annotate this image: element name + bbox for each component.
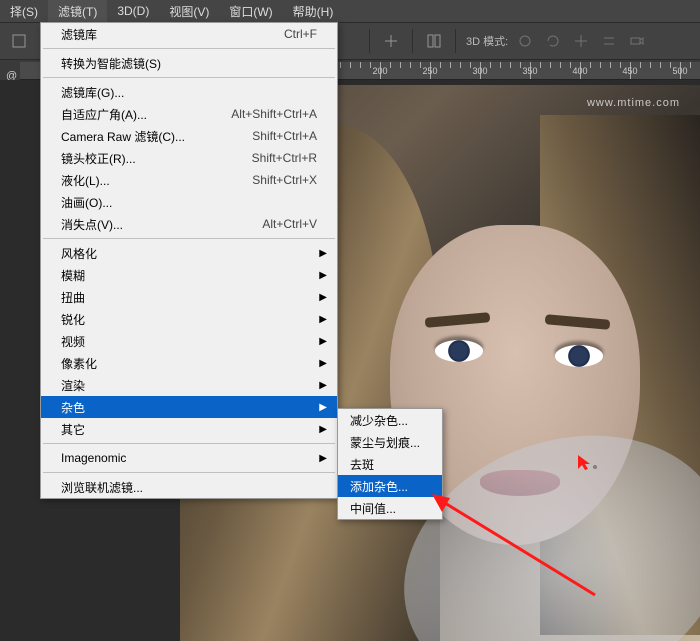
menu-item-label: 消失点(V)... xyxy=(61,216,262,233)
menu-item[interactable]: 自适应广角(A)...Alt+Shift+Ctrl+A xyxy=(41,103,337,125)
menu-item[interactable]: 液化(L)...Shift+Ctrl+X xyxy=(41,169,337,191)
menu-item[interactable]: 油画(O)... xyxy=(41,191,337,213)
menu-item[interactable]: Camera Raw 滤镜(C)...Shift+Ctrl+A xyxy=(41,125,337,147)
submenu-item[interactable]: 添加杂色... xyxy=(338,475,442,497)
submenu-arrow-icon: ▶ xyxy=(319,248,327,259)
menu-item-shortcut: Shift+Ctrl+A xyxy=(252,129,317,143)
mode3d-label: 3D 模式: xyxy=(466,33,508,49)
menu-item-label: 模糊 xyxy=(61,267,317,284)
menu-item[interactable]: 消失点(V)...Alt+Ctrl+V xyxy=(41,213,337,235)
menu-select[interactable]: 择(S) xyxy=(0,0,48,23)
submenu-arrow-icon: ▶ xyxy=(319,314,327,325)
menu-item-shortcut: Shift+Ctrl+R xyxy=(252,151,317,165)
pan-icon[interactable] xyxy=(570,30,592,52)
menu-item-label: 风格化 xyxy=(61,245,317,262)
menu-item[interactable]: 其它▶ xyxy=(41,418,337,440)
menu-item[interactable]: Imagenomic▶ xyxy=(41,447,337,469)
submenu-arrow-icon: ▶ xyxy=(319,424,327,435)
menu-item[interactable]: 风格化▶ xyxy=(41,242,337,264)
submenu-item-label: 中间值... xyxy=(350,500,430,517)
menu-item-shortcut: Alt+Ctrl+V xyxy=(262,217,317,231)
menu-separator xyxy=(43,48,335,49)
filter-menu: 滤镜库Ctrl+F转换为智能滤镜(S)滤镜库(G)...自适应广角(A)...A… xyxy=(40,22,338,499)
menu-item[interactable]: 镜头校正(R)...Shift+Ctrl+R xyxy=(41,147,337,169)
menu-item-label: 滤镜库 xyxy=(61,26,284,43)
menu-item[interactable]: 模糊▶ xyxy=(41,264,337,286)
orbit-icon[interactable] xyxy=(514,30,536,52)
menu-item[interactable]: 杂色▶ xyxy=(41,396,337,418)
submenu-arrow-icon: ▶ xyxy=(319,402,327,413)
menu-separator xyxy=(43,472,335,473)
submenu-item-label: 减少杂色... xyxy=(350,412,430,429)
menu-item[interactable]: 渲染▶ xyxy=(41,374,337,396)
menu-item[interactable]: 滤镜库Ctrl+F xyxy=(41,23,337,45)
menu-item-label: Imagenomic xyxy=(61,451,317,465)
toolbar-btn-2[interactable] xyxy=(380,30,402,52)
submenu-arrow-icon: ▶ xyxy=(319,453,327,464)
toolbar-btn-3[interactable] xyxy=(423,30,445,52)
menu-item-shortcut: Ctrl+F xyxy=(284,27,317,41)
submenu-item[interactable]: 中间值... xyxy=(338,497,442,519)
menu-item-label: 其它 xyxy=(61,421,317,438)
menu-item-label: 扭曲 xyxy=(61,289,317,306)
menu-item[interactable]: 转换为智能滤镜(S) xyxy=(41,52,337,74)
submenu-arrow-icon: ▶ xyxy=(319,358,327,369)
submenu-arrow-icon: ▶ xyxy=(319,270,327,281)
menubar: 择(S) 滤镜(T) 3D(D) 视图(V) 窗口(W) 帮助(H) xyxy=(0,0,700,22)
tool-icon[interactable] xyxy=(8,30,30,52)
menu-separator xyxy=(43,77,335,78)
rotate-icon[interactable] xyxy=(542,30,564,52)
menu-filter[interactable]: 滤镜(T) xyxy=(48,0,107,23)
noise-submenu: 减少杂色... 蒙尘与划痕... 去斑添加杂色... 中间值... xyxy=(337,408,443,520)
menu-item[interactable]: 滤镜库(G)... xyxy=(41,81,337,103)
menu-item-label: 液化(L)... xyxy=(61,172,252,189)
submenu-item[interactable]: 去斑 xyxy=(338,453,442,475)
menu-item-label: 滤镜库(G)... xyxy=(61,84,317,101)
menu-item-label: 自适应广角(A)... xyxy=(61,106,231,123)
submenu-item[interactable]: 减少杂色... xyxy=(338,409,442,431)
menu-item-label: 锐化 xyxy=(61,311,317,328)
submenu-arrow-icon: ▶ xyxy=(319,380,327,391)
menu-view[interactable]: 视图(V) xyxy=(159,0,219,23)
menu-3d[interactable]: 3D(D) xyxy=(107,1,159,21)
menu-item-label: 渲染 xyxy=(61,377,317,394)
menu-item-label: 转换为智能滤镜(S) xyxy=(61,55,317,72)
menu-help[interactable]: 帮助(H) xyxy=(283,0,344,23)
slide-icon[interactable] xyxy=(598,30,620,52)
submenu-item-label: 添加杂色... xyxy=(350,478,430,495)
menu-item[interactable]: 锐化▶ xyxy=(41,308,337,330)
menu-item-label: Camera Raw 滤镜(C)... xyxy=(61,128,252,145)
menu-separator xyxy=(43,443,335,444)
menu-item-label: 浏览联机滤镜... xyxy=(61,479,317,496)
menu-item-shortcut: Shift+Ctrl+X xyxy=(252,173,317,187)
menu-item-label: 油画(O)... xyxy=(61,194,317,211)
menu-item-label: 镜头校正(R)... xyxy=(61,150,252,167)
menu-item-shortcut: Alt+Shift+Ctrl+A xyxy=(231,107,317,121)
menu-item[interactable]: 像素化▶ xyxy=(41,352,337,374)
menu-item-label: 杂色 xyxy=(61,399,317,416)
menu-item[interactable]: 浏览联机滤镜... xyxy=(41,476,337,498)
submenu-item-label: 蒙尘与划痕... xyxy=(350,434,430,451)
annotation-cursor-icon xyxy=(578,455,594,471)
submenu-arrow-icon: ▶ xyxy=(319,336,327,347)
camera-icon[interactable] xyxy=(626,30,648,52)
submenu-item[interactable]: 蒙尘与划痕... xyxy=(338,431,442,453)
menu-item[interactable]: 视频▶ xyxy=(41,330,337,352)
submenu-arrow-icon: ▶ xyxy=(319,292,327,303)
menu-window[interactable]: 窗口(W) xyxy=(219,0,282,23)
menu-separator xyxy=(43,238,335,239)
watermark: www.mtime.com xyxy=(587,97,680,109)
menu-item[interactable]: 扭曲▶ xyxy=(41,286,337,308)
menu-item-label: 像素化 xyxy=(61,355,317,372)
submenu-item-label: 去斑 xyxy=(350,456,430,473)
menu-item-label: 视频 xyxy=(61,333,317,350)
